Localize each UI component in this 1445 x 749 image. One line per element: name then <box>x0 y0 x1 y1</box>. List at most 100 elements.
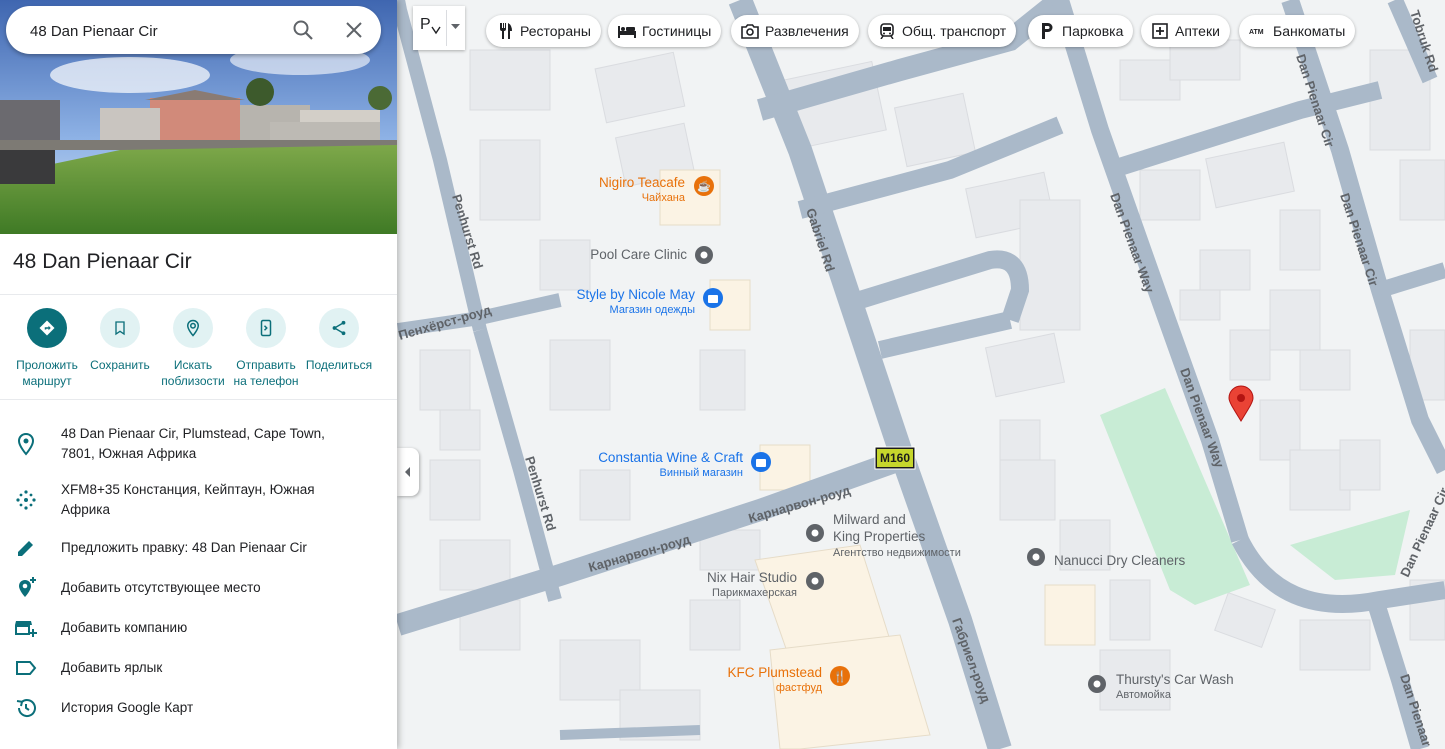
plus-code-icon <box>16 490 36 510</box>
bookmark-icon <box>100 308 140 348</box>
poi-name-line1: Milward and <box>833 512 906 527</box>
plus-code-text: XFM8+35 Констанция, Кейптаун, Южная Афри… <box>61 482 315 517</box>
place-panel: 48 Dan Pienaar Cir Проложить маршрут Сох… <box>0 0 397 749</box>
suggest-edit-text: Предложить правку: 48 Dan Pienaar Cir <box>61 540 307 555</box>
info-row-add-label[interactable]: Добавить ярлык <box>0 657 397 681</box>
info-row-add-business[interactable]: Добавить компанию <box>0 617 397 641</box>
directions-button[interactable]: Проложить маршрут <box>9 308 85 389</box>
poi-category: Винный магазин <box>660 467 743 479</box>
nearby-icon <box>173 308 213 348</box>
add-business-text: Добавить компанию <box>61 620 188 635</box>
chevron-down-icon[interactable] <box>451 24 460 30</box>
save-label: Сохранить <box>90 358 150 372</box>
pin-icon <box>811 577 819 585</box>
save-button[interactable]: Сохранить <box>82 308 158 373</box>
collapse-panel-button[interactable] <box>397 448 419 496</box>
nearby-button[interactable]: Искать поблизости <box>155 308 231 389</box>
info-row-history[interactable]: История Google Карт <box>0 697 397 721</box>
hotel-icon <box>618 22 636 40</box>
pharmacy-icon <box>1151 22 1169 40</box>
layers-small-icon <box>431 26 441 35</box>
svg-text:ATM: ATM <box>1249 29 1264 36</box>
history-icon <box>16 699 36 717</box>
poi-category: Автомойка <box>1116 689 1172 701</box>
pin-icon <box>700 251 708 259</box>
info-row-address[interactable]: 48 Dan Pienaar Cir, Plumstead, Cape Town… <box>0 424 397 468</box>
chip-atms[interactable]: ATM Банкоматы <box>1239 15 1356 47</box>
send-to-phone-label: Отправить на телефон <box>233 358 299 388</box>
edit-pencil-icon <box>18 541 33 556</box>
add-place-icon <box>19 577 36 597</box>
chip-hotels[interactable]: Гостиницы <box>608 15 722 47</box>
place-title: 48 Dan Pienaar Cir <box>13 250 192 273</box>
shopping-icon <box>756 459 766 467</box>
shopping-icon <box>708 295 718 303</box>
info-row-plus-code[interactable]: XFM8+35 Констанция, Кейптаун, Южная Афри… <box>0 480 397 524</box>
action-buttons: Проложить маршрут Сохранить Искать побли… <box>0 308 397 398</box>
camera-icon <box>741 22 759 40</box>
label-icon <box>16 661 37 675</box>
poi-name: Thursty's Car Wash <box>1116 672 1234 687</box>
history-text: История Google Карт <box>61 700 194 715</box>
poi-category: фастфуд <box>776 682 823 694</box>
chip-label: Парковка <box>1062 23 1124 39</box>
address-text: 48 Dan Pienaar Cir, Plumstead, Cape Town… <box>61 426 325 461</box>
restaurant-icon: 🍴 <box>833 670 847 683</box>
chip-transit[interactable]: Общ. транспорт <box>868 15 1017 47</box>
layers-label: Р <box>420 16 431 33</box>
search-input[interactable] <box>28 18 282 44</box>
send-to-phone-button[interactable]: Отправить на телефон <box>228 308 304 389</box>
chip-label: Развлечения <box>765 23 849 39</box>
info-row-suggest-edit[interactable]: Предложить правку: 48 Dan Pienaar Cir <box>0 537 397 561</box>
share-icon <box>319 308 359 348</box>
restaurant-icon <box>496 22 514 40</box>
poi-name: Constantia Wine & Craft <box>598 450 743 465</box>
send-to-phone-icon <box>246 308 286 348</box>
route-shield-label: M160 <box>880 451 910 465</box>
chip-parking[interactable]: Парковка <box>1028 15 1134 47</box>
atm-icon: ATM <box>1249 22 1267 40</box>
chip-label: Общ. транспорт <box>902 23 1007 39</box>
pin-icon <box>1093 680 1101 688</box>
nearby-label: Искать поблизости <box>161 358 225 388</box>
poi-category: Парикмахерская <box>712 587 797 599</box>
chip-label: Гостиницы <box>642 23 712 39</box>
layers-button[interactable]: Р <box>413 6 465 50</box>
pin-icon <box>1032 553 1040 561</box>
poi-name: Style by Nicole May <box>576 287 695 302</box>
chip-label: Банкоматы <box>1273 23 1346 39</box>
poi-name: Pool Care Clinic <box>590 247 687 262</box>
add-label-text: Добавить ярлык <box>61 660 163 675</box>
location-pin-icon <box>17 432 35 456</box>
pin-icon <box>811 529 819 537</box>
cafe-icon: ☕ <box>697 179 711 193</box>
poi-name-line2: King Properties <box>833 529 926 544</box>
chip-entertainment[interactable]: Развлечения <box>731 15 859 47</box>
poi-category: Магазин одежды <box>610 304 696 316</box>
chevron-left-icon <box>405 467 410 477</box>
poi-name: Nigiro Teacafe <box>599 175 685 190</box>
route-shield-m160: M160 <box>874 446 916 470</box>
share-label: Поделиться <box>305 358 373 372</box>
directions-label: Проложить маршрут <box>16 358 78 388</box>
poi-name: Nix Hair Studio <box>707 570 797 585</box>
search-box <box>6 6 381 54</box>
add-business-icon <box>15 621 37 637</box>
chip-label: Аптеки <box>1175 23 1220 39</box>
transit-icon <box>878 22 896 40</box>
search-icon[interactable] <box>291 18 315 42</box>
poi-category: Агентство недвижимости <box>833 547 961 559</box>
poi-category: Чайхана <box>642 192 686 204</box>
chip-restaurants[interactable]: Рестораны <box>486 15 601 47</box>
divider <box>0 399 397 400</box>
share-button[interactable]: Поделиться <box>301 308 377 373</box>
info-row-add-place[interactable]: Добавить отсутствующее место <box>0 577 397 601</box>
directions-icon <box>27 308 67 348</box>
chip-pharmacies[interactable]: Аптеки <box>1141 15 1230 47</box>
divider <box>446 10 447 46</box>
divider <box>0 294 397 295</box>
chip-label: Рестораны <box>520 23 591 39</box>
poi-name: KFC Plumstead <box>727 665 822 680</box>
add-place-text: Добавить отсутствующее место <box>61 580 261 595</box>
close-icon[interactable] <box>342 18 366 42</box>
